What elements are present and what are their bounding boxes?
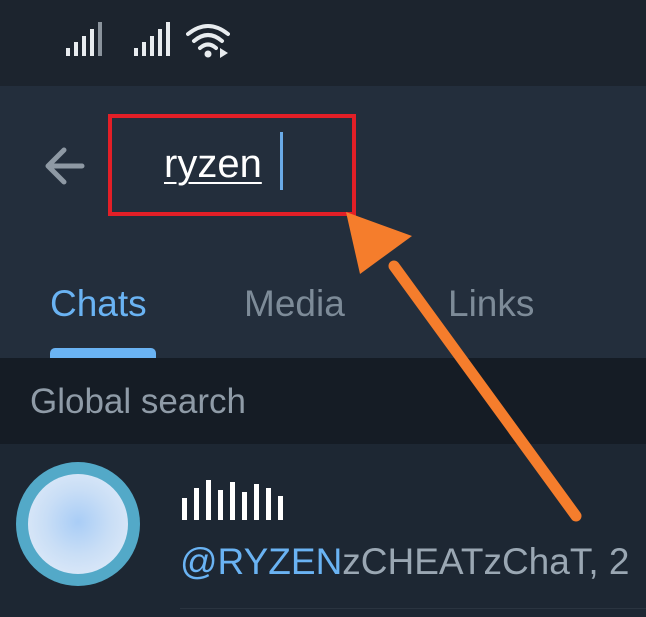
username-match: @RYZEN [180, 541, 343, 582]
status-bar [0, 0, 646, 86]
search-input[interactable]: ryzen [164, 140, 262, 188]
tab-media[interactable]: Media [244, 282, 345, 326]
back-arrow-icon[interactable] [36, 138, 92, 194]
search-tabs: Chats Media Links [0, 266, 646, 358]
section-title: Global search [30, 382, 246, 421]
signal-icon [66, 22, 104, 56]
wifi-icon [186, 24, 230, 58]
result-username: @RYZENzCHEATzChaT, 2 [180, 540, 629, 584]
divider [180, 608, 646, 609]
list-item[interactable]: @RYZENzCHEATzChaT, 2 [0, 444, 646, 617]
active-tab-indicator [50, 348, 156, 358]
username-rest: zCHEATzChaT, 2 [342, 541, 630, 582]
signal-icon [134, 22, 174, 56]
avatar-image [28, 474, 128, 574]
avatar [16, 462, 140, 586]
section-header: Global search [0, 358, 646, 444]
tab-links[interactable]: Links [448, 282, 534, 326]
tab-chats[interactable]: Chats [50, 282, 147, 326]
text-caret [280, 132, 283, 190]
